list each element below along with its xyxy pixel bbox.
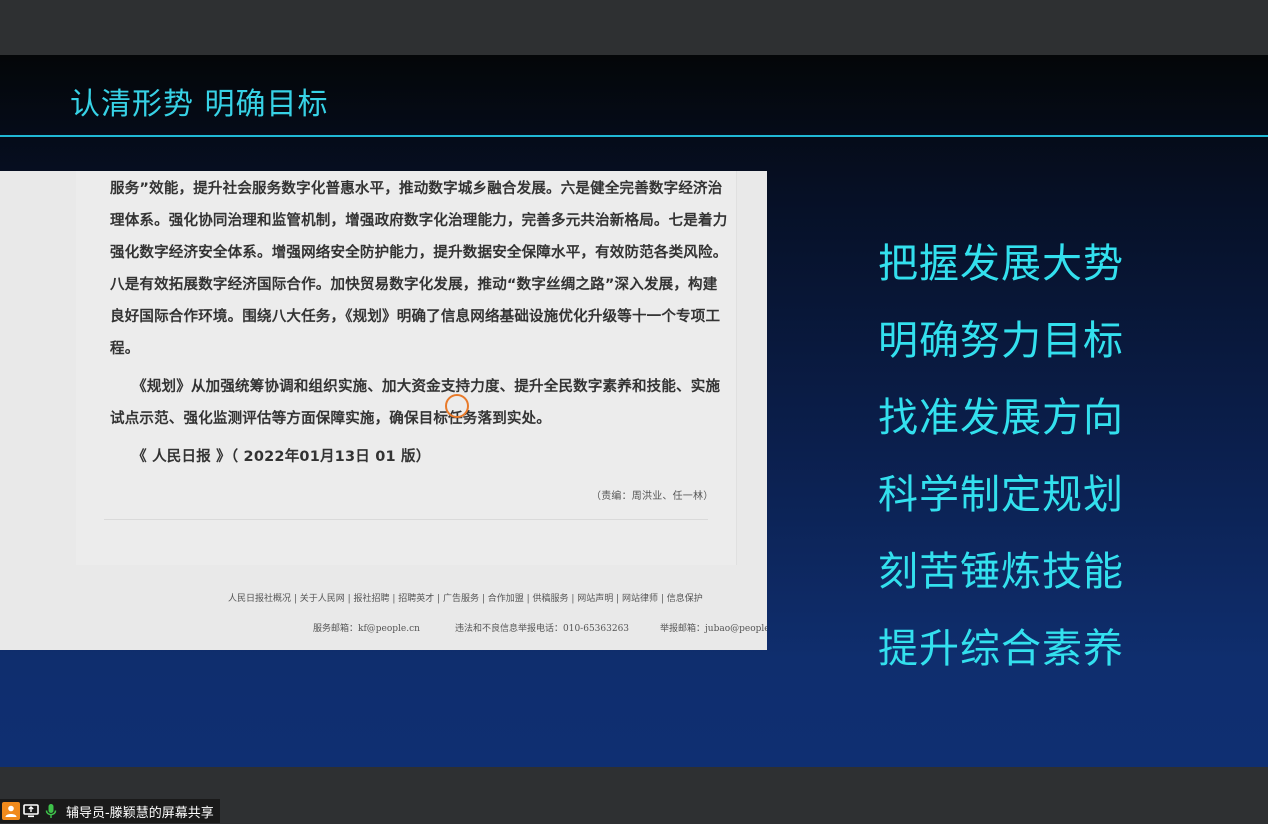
article-line: 强化数字经济安全体系。增强网络安全防护能力，提升数据安全保障水平，有效防范各类风… <box>110 245 728 261</box>
service-email: 服务邮箱：kf@people.cn <box>313 624 420 634</box>
key-point: 科学制定规划 <box>878 472 1124 518</box>
editor-credit: （责编：周洪业、任一林） <box>591 491 714 502</box>
presentation-slide: 认清形势 明确目标 服务”效能，提升社会服务数字化普惠水平，推动数字城乡融合发展… <box>0 55 1268 767</box>
user-icon <box>2 802 20 820</box>
report-email: 举报邮箱：jubao@people. <box>660 624 767 634</box>
screen-share-badge[interactable]: 辅导员-滕颖慧的屏幕共享 <box>0 799 220 823</box>
article-line: 程。 <box>110 341 140 357</box>
key-point: 提升综合素养 <box>878 626 1124 672</box>
title-divider <box>0 135 1268 137</box>
article-line: 良好国际合作环境。围绕八大任务，《规划》明确了信息网络基础设施优化升级等十一个专… <box>110 309 721 325</box>
site-footer-links[interactable]: 人民日报社概况 | 关于人民网 | 报社招聘 | 招聘英才 | 广告服务 | 合… <box>228 591 703 604</box>
document-screenshot: 服务”效能，提升社会服务数字化普惠水平，推动数字城乡融合发展。六是健全完善数字经… <box>0 171 767 650</box>
article-line: 《规划》从加强统筹协调和组织实施、加大资金支持力度、提升全民数字素养和技能、实施 <box>110 379 721 395</box>
screen-share-label: 辅导员-滕颖慧的屏幕共享 <box>66 805 214 821</box>
article-line: 试点示范、强化监测评估等方面保障实施，确保目标任务落到实处。 <box>110 411 551 427</box>
top-bar <box>0 0 1268 55</box>
key-point: 找准发展方向 <box>878 395 1124 441</box>
key-point: 把握发展大势 <box>878 241 1124 287</box>
slide-title: 认清形势 明确目标 <box>70 87 329 122</box>
microphone-icon[interactable] <box>42 802 60 820</box>
screen-share-icon <box>22 802 40 820</box>
article-line: 八是有效拓展数字经济国际合作。加快贸易数字化发展，推动“数字丝绸之路”深入发展，… <box>110 277 718 293</box>
report-phone: 违法和不良信息举报电话：010-65363263 <box>455 624 630 634</box>
key-point: 明确努力目标 <box>878 318 1124 364</box>
article-source: 《 人民日报 》（ 2022年01月13日 01 版） <box>110 449 431 465</box>
mouse-cursor-highlight <box>445 394 469 418</box>
key-point: 刻苦锤炼技能 <box>878 549 1124 595</box>
article-divider <box>104 519 708 520</box>
article-body: 服务”效能，提升社会服务数字化普惠水平，推动数字城乡融合发展。六是健全完善数字经… <box>76 171 737 565</box>
article-line: 服务”效能，提升社会服务数字化普惠水平，推动数字城乡融合发展。六是健全完善数字经… <box>110 181 723 197</box>
article-line: 理体系。强化协同治理和监管机制，增强政府数字化治理能力，完善多元共治新格局。七是… <box>110 213 728 229</box>
